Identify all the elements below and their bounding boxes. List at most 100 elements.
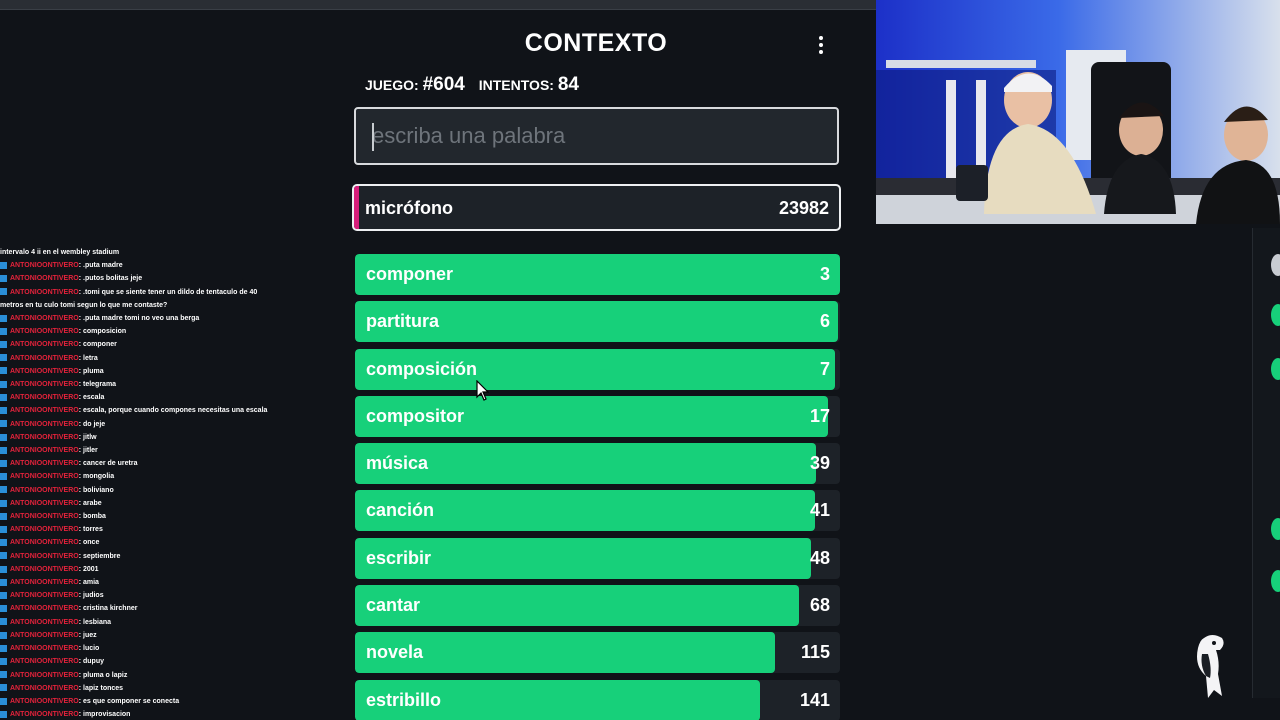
- chat-message: ANTONIOONTIVERO: .tomi que se siente ten…: [0, 286, 268, 312]
- guess-row[interactable]: cantar 68: [355, 585, 840, 627]
- chat-text: : 2001: [78, 565, 99, 573]
- guess-word: compositor: [366, 405, 465, 426]
- chat-username: ANTONIOONTIVERO: [10, 605, 79, 613]
- chat-message: ANTONIOONTIVERO: jitlw: [0, 431, 300, 444]
- chat-message: ANTONIOONTIVERO: lesbiana: [0, 616, 300, 629]
- contexto-game: CONTEXTO JUEGO: #604 INTENTOS: 84 micróf…: [340, 10, 860, 720]
- chat-message: ANTONIOONTIVERO: torres: [0, 523, 300, 536]
- chat-message: ANTONIOONTIVERO: dupuy: [0, 655, 300, 668]
- chat-text: : composicion: [78, 328, 127, 336]
- chat-username: ANTONIOONTIVERO: [10, 381, 79, 389]
- chat-username: ANTONIOONTIVERO: [10, 526, 79, 534]
- guess-row[interactable]: música 39: [355, 443, 840, 485]
- chat-badge-icon: [0, 578, 7, 586]
- side-avatar[interactable]: [1271, 254, 1280, 276]
- guess-row[interactable]: novela 115: [355, 632, 840, 674]
- chat-text: : es que componer se conecta: [78, 697, 180, 705]
- chat-message: ANTONIOONTIVERO: .puta madre: [0, 259, 300, 272]
- chat-text: : arabe: [78, 499, 102, 507]
- chat-text: : pluma o lapiz: [78, 671, 128, 679]
- chat-badge-icon: [0, 684, 7, 692]
- guess-word: escribir: [366, 547, 432, 568]
- chat-message: ANTONIOONTIVERO: escala: [0, 391, 300, 404]
- chat-message: ANTONIOONTIVERO: juez: [0, 629, 300, 642]
- guess-word: composición: [366, 358, 478, 379]
- guess-row[interactable]: compositor 17: [355, 395, 840, 437]
- chat-badge-icon: [0, 275, 7, 283]
- chat-text: : .putos bolitas jeje: [78, 275, 143, 283]
- chat-badge-icon: [0, 644, 7, 652]
- bird-logo-icon: [1197, 635, 1224, 698]
- side-indicator: [1271, 518, 1280, 540]
- chat-message: ANTONIOONTIVERO: .puta madre tomi no veo…: [0, 312, 300, 325]
- guess-row[interactable]: partitura 6: [355, 301, 840, 343]
- chat-username: ANTONIOONTIVERO: [10, 315, 79, 323]
- chat-username: ANTONIOONTIVERO: [10, 618, 79, 626]
- chat-text: : mongolia: [78, 473, 115, 481]
- game-number: #604: [422, 74, 465, 95]
- chat-text: : boliviano: [78, 486, 114, 494]
- word-input[interactable]: [356, 109, 837, 163]
- chat-text: : bomba: [78, 513, 106, 521]
- word-search-box[interactable]: [354, 107, 839, 165]
- chat-text: : judios: [78, 592, 104, 600]
- guess-rank: 7: [819, 358, 830, 379]
- guess-rank: 6: [819, 311, 830, 332]
- chat-username: ANTONIOONTIVERO: [10, 513, 79, 521]
- chat-message: ANTONIOONTIVERO: cristina kirchner: [0, 602, 300, 615]
- chat-username: ANTONIOONTIVERO: [10, 631, 79, 639]
- guess-rank: 68: [809, 595, 830, 616]
- chat-username: ANTONIOONTIVERO: [10, 407, 79, 415]
- last-guess-accent: [354, 186, 359, 229]
- page-title: CONTEXTO: [524, 29, 668, 57]
- chat-badge-icon: [0, 657, 7, 665]
- chat-text: : telegrama: [78, 381, 117, 389]
- chat-text: : improvisacion: [78, 711, 131, 719]
- guess-row[interactable]: composición 7: [355, 348, 840, 390]
- chat-message: ANTONIOONTIVERO: do jeje: [0, 418, 300, 431]
- chat-message: ANTONIOONTIVERO: pluma o lapiz: [0, 669, 300, 682]
- chat-message: ANTONIOONTIVERO: septiembre: [0, 550, 300, 563]
- guess-row[interactable]: escribir 48: [355, 537, 840, 579]
- chat-badge-icon: [0, 591, 7, 599]
- guess-word: estribillo: [366, 689, 442, 710]
- chat-text: : pluma: [78, 367, 104, 375]
- chat-text: : once: [78, 539, 100, 547]
- chat-message: ANTONIOONTIVERO: jitler: [0, 444, 300, 457]
- chat-username: ANTONIOONTIVERO: [10, 671, 79, 679]
- chat-badge-icon: [0, 314, 7, 322]
- game-stats: JUEGO: #604 INTENTOS: 84: [365, 74, 589, 96]
- guess-row[interactable]: componer 3: [355, 254, 840, 295]
- mouse-cursor-icon: [476, 380, 490, 401]
- chat-text: : componer: [78, 341, 117, 349]
- chat-message: ANTONIOONTIVERO: once: [0, 536, 300, 549]
- attempts-label: INTENTOS:: [478, 77, 554, 93]
- chat-message: ANTONIOONTIVERO: composicion: [0, 325, 300, 338]
- chat-message: ANTONIOONTIVERO: letra: [0, 352, 300, 365]
- chat-badge-icon: [0, 565, 7, 573]
- webcam-feed: [876, 0, 1280, 224]
- chat-text: : escala: [78, 394, 105, 402]
- chat-username: ANTONIOONTIVERO: [10, 539, 79, 547]
- guess-rank: 39: [809, 453, 830, 474]
- top-bar: [0, 0, 876, 10]
- chat-username: ANTONIOONTIVERO: [10, 565, 79, 573]
- guess-proximity-bar: [355, 585, 799, 627]
- chat-message: ANTONIOONTIVERO: judios: [0, 589, 300, 602]
- more-options-icon[interactable]: [814, 34, 828, 56]
- guess-row[interactable]: estribillo 141: [355, 679, 840, 720]
- side-indicator: [1271, 570, 1280, 592]
- side-indicator: [1271, 304, 1280, 326]
- chat-text: : lucio: [78, 645, 100, 653]
- chat-badge-icon: [0, 354, 7, 362]
- chat-message: ANTONIOONTIVERO: 2001: [0, 563, 300, 576]
- chat-badge-icon: [0, 499, 7, 507]
- guess-rank: 41: [809, 500, 830, 521]
- chat-badge-icon: [0, 631, 7, 639]
- chat-text: : jitlw: [78, 433, 97, 441]
- guess-row[interactable]: canción 41: [355, 490, 840, 532]
- chat-message: ANTONIOONTIVERO: lucio: [0, 642, 300, 655]
- chat-username: ANTONIOONTIVERO: [10, 460, 79, 468]
- chat-username: ANTONIOONTIVERO: [10, 499, 79, 507]
- guess-word: cantar: [366, 595, 421, 616]
